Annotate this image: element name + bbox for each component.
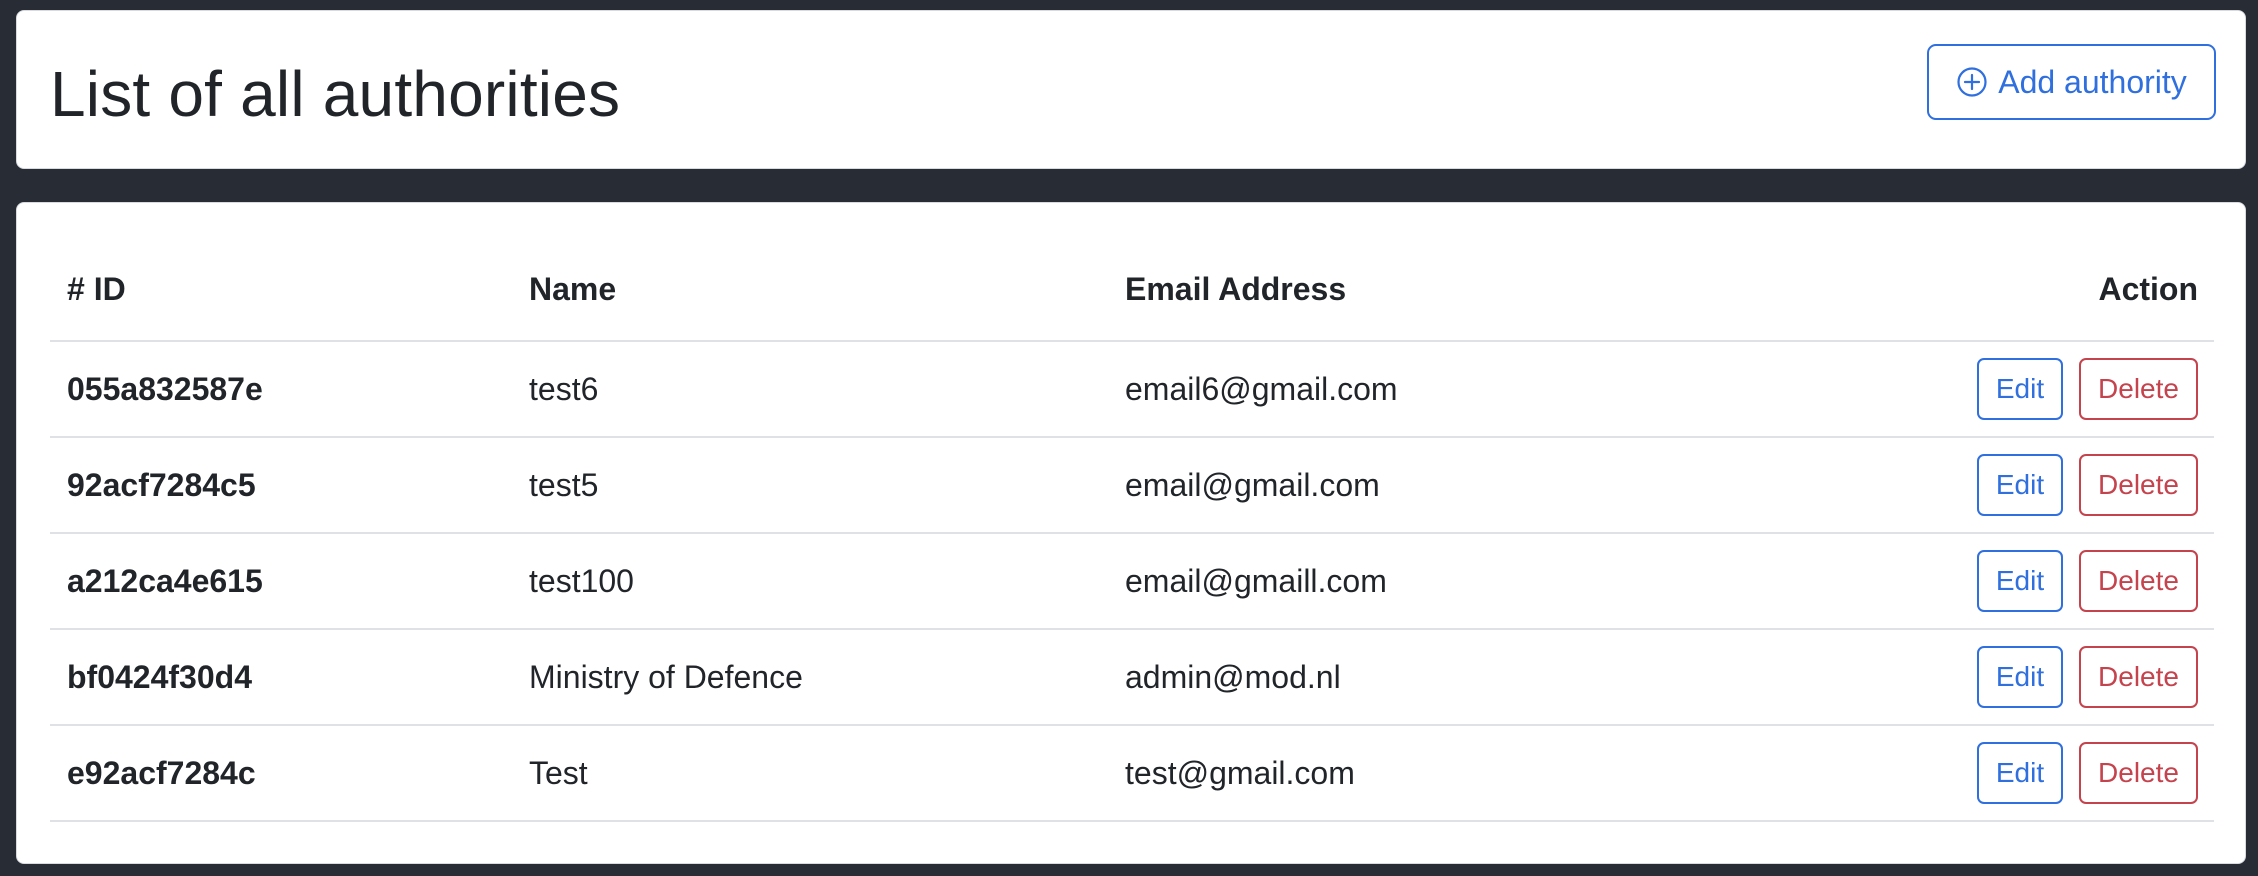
table-row: 92acf7284c5 test5 email@gmail.com Edit D…: [50, 437, 2214, 534]
plus-circle-icon: [1956, 66, 1988, 98]
table-row: 055a832587e test6 email6@gmail.com Edit …: [50, 341, 2214, 438]
row-actions: Edit Delete: [1977, 742, 2198, 804]
authority-id: 055a832587e: [50, 341, 529, 438]
table-row: a212ca4e615 test100 email@gmaill.com Edi…: [50, 533, 2214, 630]
authority-email: email6@gmail.com: [1125, 341, 1725, 438]
column-header-action: Action: [1725, 239, 2214, 342]
authority-name: test100: [529, 533, 1125, 630]
row-actions: Edit Delete: [1977, 358, 2198, 420]
authority-name: Ministry of Defence: [529, 629, 1125, 726]
authority-id: a212ca4e615: [50, 533, 529, 630]
authority-id: e92acf7284c: [50, 725, 529, 822]
authorities-table: # ID Name Email Address Action 055a83258…: [50, 239, 2214, 822]
authority-email: admin@mod.nl: [1125, 629, 1725, 726]
authority-id: bf0424f30d4: [50, 629, 529, 726]
row-actions: Edit Delete: [1977, 646, 2198, 708]
edit-button[interactable]: Edit: [1977, 742, 2063, 804]
edit-button[interactable]: Edit: [1977, 358, 2063, 420]
authority-name: test5: [529, 437, 1125, 534]
authorities-table-card: # ID Name Email Address Action 055a83258…: [16, 202, 2246, 864]
delete-button[interactable]: Delete: [2079, 358, 2198, 420]
column-header-name: Name: [529, 239, 1125, 342]
edit-button[interactable]: Edit: [1977, 454, 2063, 516]
authority-name: Test: [529, 725, 1125, 822]
table-header-row: # ID Name Email Address Action: [50, 239, 2214, 342]
page-title: List of all authorities: [50, 58, 621, 130]
action-cell: Edit Delete: [1725, 533, 2214, 630]
column-header-id: # ID: [50, 239, 529, 342]
authority-email: test@gmail.com: [1125, 725, 1725, 822]
action-cell: Edit Delete: [1725, 437, 2214, 534]
add-authority-label: Add authority: [1998, 63, 2187, 100]
table-row: bf0424f30d4 Ministry of Defence admin@mo…: [50, 629, 2214, 726]
authority-id: 92acf7284c5: [50, 437, 529, 534]
delete-button[interactable]: Delete: [2079, 454, 2198, 516]
authority-name: test6: [529, 341, 1125, 438]
table-row: e92acf7284c Test test@gmail.com Edit Del…: [50, 725, 2214, 822]
add-authority-button[interactable]: Add authority: [1927, 44, 2216, 120]
action-cell: Edit Delete: [1725, 725, 2214, 822]
delete-button[interactable]: Delete: [2079, 646, 2198, 708]
action-cell: Edit Delete: [1725, 629, 2214, 726]
action-cell: Edit Delete: [1725, 341, 2214, 438]
row-actions: Edit Delete: [1977, 550, 2198, 612]
row-actions: Edit Delete: [1977, 454, 2198, 516]
column-header-email: Email Address: [1125, 239, 1725, 342]
page-header-card: List of all authorities Add authority: [16, 10, 2246, 169]
delete-button[interactable]: Delete: [2079, 742, 2198, 804]
delete-button[interactable]: Delete: [2079, 550, 2198, 612]
authority-email: email@gmaill.com: [1125, 533, 1725, 630]
authority-email: email@gmail.com: [1125, 437, 1725, 534]
edit-button[interactable]: Edit: [1977, 646, 2063, 708]
edit-button[interactable]: Edit: [1977, 550, 2063, 612]
